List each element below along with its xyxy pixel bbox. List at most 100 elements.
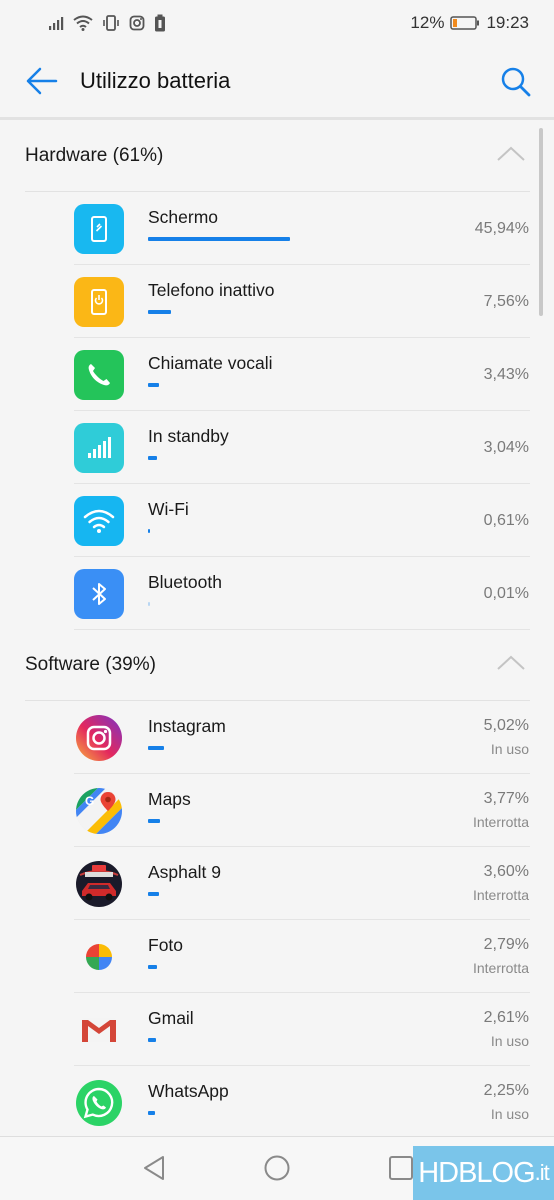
- row-status: Interrotta: [472, 960, 529, 976]
- usage-bar: [148, 965, 157, 969]
- row-percent: 3,60%: [483, 863, 529, 880]
- maps-icon: G: [74, 786, 124, 836]
- watermark-brand: HDBLOG: [418, 1156, 535, 1189]
- status-right: 12% 19:23: [410, 13, 529, 33]
- usage-bar: [148, 746, 164, 750]
- usage-bar: [148, 602, 150, 606]
- back-arrow-icon: [26, 67, 58, 100]
- row-name: Maps: [148, 789, 191, 809]
- circle-home-icon: [263, 1154, 291, 1187]
- software-row-instagram[interactable]: Instagram 5,02% In uso: [0, 701, 554, 774]
- usage-bar: [148, 237, 291, 241]
- whatsapp-icon: [74, 1078, 124, 1128]
- row-percent: 5,02%: [483, 717, 529, 734]
- row-percent: 2,25%: [483, 1082, 529, 1099]
- wifi-icon: [74, 496, 124, 546]
- search-icon: [500, 66, 532, 103]
- phone-call-icon: [74, 350, 124, 400]
- row-name: Foto: [148, 935, 184, 955]
- nav-recents-button[interactable]: [386, 1155, 416, 1185]
- software-section-title: Software (39%): [25, 654, 156, 675]
- row-percent: 0,01%: [483, 585, 529, 602]
- usage-bar: [148, 383, 159, 387]
- row-percent: 0,61%: [483, 512, 529, 529]
- row-name: WhatsApp: [148, 1081, 229, 1101]
- battery-percent: 12%: [410, 13, 445, 32]
- hardware-section-header[interactable]: Hardware (61%): [0, 120, 554, 192]
- app-bar: Utilizzo batteria: [0, 46, 554, 118]
- nav-back-button[interactable]: [139, 1155, 169, 1185]
- battery-icon: [450, 16, 480, 30]
- row-status: In uso: [490, 741, 529, 757]
- usage-bar: [148, 529, 150, 533]
- square-recents-icon: [388, 1155, 414, 1186]
- battery-saver-icon: [154, 14, 166, 32]
- row-percent: 2,61%: [483, 1009, 529, 1026]
- software-section-header[interactable]: Software (39%): [0, 629, 554, 701]
- chevron-up-icon: [496, 655, 526, 676]
- usage-bar: [148, 1038, 157, 1042]
- watermark-logo: HDBLOG .it: [413, 1146, 554, 1200]
- asphalt-icon: [74, 859, 124, 909]
- page-title: Utilizzo batteria: [80, 68, 231, 93]
- hardware-row-bluetooth[interactable]: Bluetooth 0,01%: [0, 557, 554, 630]
- instagram-notification-icon: [129, 15, 145, 31]
- search-button[interactable]: [496, 64, 536, 104]
- instagram-icon: [74, 713, 124, 763]
- hardware-collapse-button[interactable]: [494, 144, 528, 168]
- row-name: Schermo: [148, 207, 219, 227]
- nav-home-button[interactable]: [262, 1155, 292, 1185]
- software-row-whatsapp[interactable]: WhatsApp 2,25% In uso: [0, 1066, 554, 1139]
- row-status: In uso: [490, 1106, 529, 1122]
- row-status: Interrotta: [472, 814, 529, 830]
- wifi-status-icon: [73, 15, 93, 31]
- row-percent: 3,43%: [483, 366, 529, 383]
- photos-icon: [74, 932, 124, 982]
- usage-bar: [148, 456, 158, 460]
- hardware-row-telefono-inattivo[interactable]: Telefono inattivo 7,56%: [0, 265, 554, 338]
- row-percent: 45,94%: [474, 220, 529, 237]
- screen-icon: [74, 204, 124, 254]
- vibrate-icon: [102, 14, 120, 32]
- clock: 19:23: [486, 13, 529, 32]
- row-status: In uso: [490, 1033, 529, 1049]
- usage-bar: [148, 819, 160, 823]
- back-button[interactable]: [22, 66, 62, 100]
- row-percent: 2,79%: [483, 936, 529, 953]
- usage-bar: [148, 310, 172, 314]
- usage-bar: [148, 1111, 155, 1115]
- chevron-up-icon: [496, 146, 526, 167]
- hardware-row-in-standby[interactable]: In standby 3,04%: [0, 411, 554, 484]
- hardware-row-schermo[interactable]: Schermo 45,94%: [0, 192, 554, 265]
- row-name: Asphalt 9: [148, 862, 221, 882]
- software-row-foto[interactable]: Foto 2,79% Interrotta: [0, 920, 554, 993]
- software-row-maps[interactable]: G Maps 3,77% Interrotta: [0, 774, 554, 847]
- signal-icon: [74, 423, 124, 473]
- software-collapse-button[interactable]: [494, 653, 528, 677]
- row-status: Interrotta: [472, 887, 529, 903]
- software-row-gmail[interactable]: Gmail 2,61% In uso: [0, 993, 554, 1066]
- row-name: Bluetooth: [148, 572, 222, 592]
- hardware-row-wifi[interactable]: Wi-Fi 0,61%: [0, 484, 554, 557]
- usage-bar: [148, 892, 160, 896]
- row-name: Wi-Fi: [148, 499, 189, 519]
- svg-text:G: G: [85, 794, 94, 808]
- software-row-asphalt[interactable]: Asphalt 9 3,60% Interrotta: [0, 847, 554, 920]
- row-name: Instagram: [148, 716, 226, 736]
- row-name: In standby: [148, 426, 229, 446]
- gmail-icon: [74, 1005, 124, 1055]
- status-bar: 12% 19:23: [0, 0, 554, 46]
- bluetooth-icon: [74, 569, 124, 619]
- row-name: Gmail: [148, 1008, 194, 1028]
- row-name: Chiamate vocali: [148, 353, 273, 373]
- hardware-row-chiamate-vocali[interactable]: Chiamate vocali 3,43%: [0, 338, 554, 411]
- row-percent: 7,56%: [483, 293, 529, 310]
- watermark-suffix: .it: [534, 1160, 550, 1185]
- row-percent: 3,04%: [483, 439, 529, 456]
- triangle-back-icon: [141, 1154, 167, 1187]
- status-icons: [48, 14, 166, 32]
- cell-signal-icon: [48, 15, 64, 31]
- hardware-section-title: Hardware (61%): [25, 145, 164, 166]
- phone-idle-icon: [74, 277, 124, 327]
- row-percent: 3,77%: [483, 790, 529, 807]
